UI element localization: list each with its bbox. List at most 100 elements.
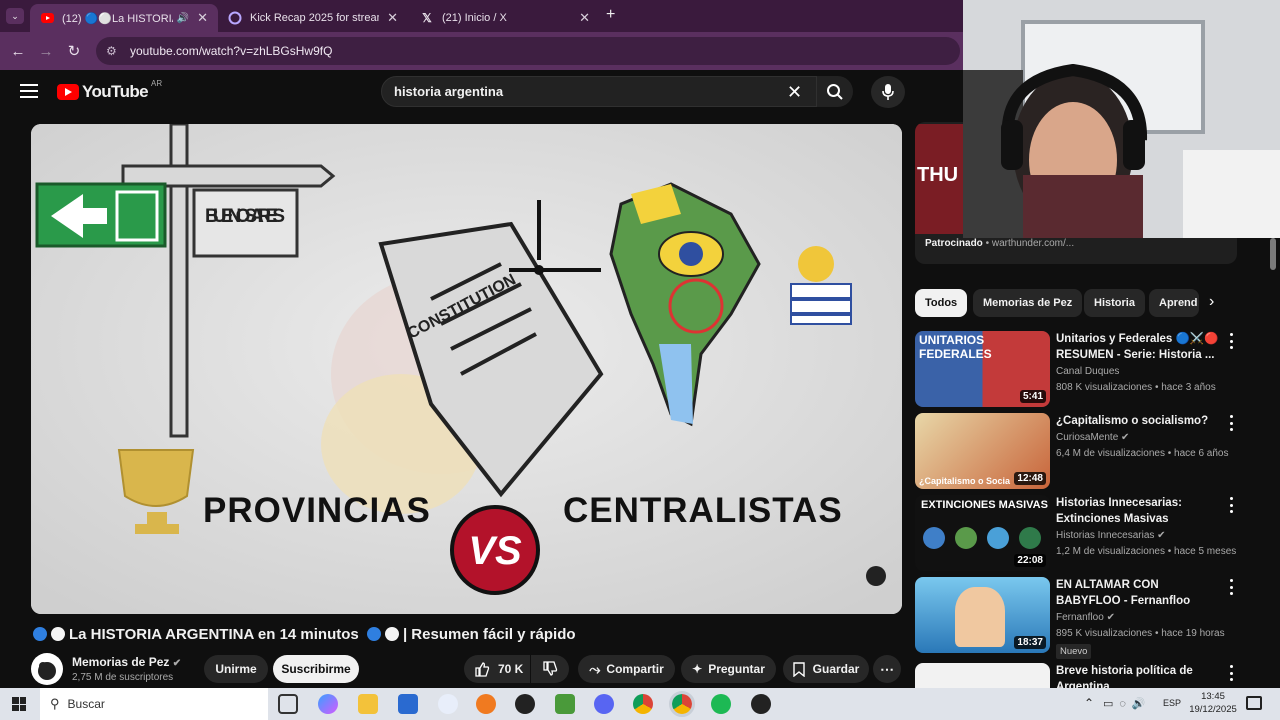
webcam-overlay bbox=[963, 0, 1280, 238]
search-icon: ⚲ bbox=[50, 696, 60, 711]
video-thumbnail bbox=[915, 663, 1050, 688]
notifications-icon[interactable] bbox=[1246, 696, 1262, 710]
channel-name[interactable]: Memorias de Pez ✔ bbox=[72, 655, 181, 669]
sparkle-icon: ✦ bbox=[692, 662, 703, 676]
filter-chips: Todos Memorias de Pez Historia Aprend › bbox=[915, 289, 1235, 317]
ask-button[interactable]: ✦ Preguntar bbox=[681, 655, 776, 683]
video-title: Unitarios y Federales 🔵⚔️🔴 RESUMEN - Ser… bbox=[1056, 333, 1219, 361]
channel-name: Historias Innecesarias ✔ bbox=[1056, 530, 1166, 541]
verified-icon: ✔ bbox=[172, 658, 182, 669]
discord-icon[interactable] bbox=[594, 694, 614, 714]
video-title-suffix: | Resumen fácil y rápido bbox=[402, 626, 576, 643]
store-icon[interactable] bbox=[398, 694, 418, 714]
close-tab-icon[interactable]: ✕ bbox=[387, 10, 398, 26]
taskbar-search[interactable]: ⚲ Buscar bbox=[40, 688, 268, 720]
list-item[interactable]: Breve historia política de Argentina bbox=[915, 663, 1245, 688]
ad-domain: • warthunder.com/... bbox=[985, 238, 1075, 249]
tab-youtube-historia[interactable]: (12) 🔵⚪La HISTORIA ARG 🔊 ✕ bbox=[30, 4, 218, 32]
join-button[interactable]: Unirme bbox=[204, 655, 268, 683]
chevron-right-icon[interactable]: › bbox=[1209, 293, 1214, 311]
list-item[interactable]: ¿Capitalismo o Socia 12:48 ¿Capitalismo … bbox=[915, 413, 1245, 491]
thumb-caption: EXTINCIONES MASIVAS bbox=[921, 499, 1048, 511]
kick-favicon-icon bbox=[228, 11, 242, 25]
chip-historia[interactable]: Historia bbox=[1084, 289, 1145, 317]
tab-kick-recap[interactable]: Kick Recap 2025 for streamers ✕ bbox=[218, 4, 408, 32]
taskbar-search-placeholder: Buscar bbox=[67, 697, 105, 711]
list-item[interactable]: EXTINCIONES MASIVAS 22:08 Historias Inne… bbox=[915, 495, 1245, 573]
save-label: Guardar bbox=[812, 662, 860, 676]
windows-start-icon[interactable] bbox=[12, 697, 26, 711]
tab-list-dropdown-icon[interactable]: ⌄ bbox=[6, 8, 24, 24]
dislike-button[interactable] bbox=[531, 655, 569, 683]
share-icon: ⤳ bbox=[589, 660, 601, 677]
youtube-logo[interactable]: YouTube AR bbox=[57, 79, 162, 102]
search-input[interactable]: historia argentina bbox=[381, 76, 817, 107]
chrome-profile-icon[interactable] bbox=[669, 691, 695, 717]
new-tab-icon[interactable]: + bbox=[606, 6, 615, 24]
search-value: historia argentina bbox=[394, 84, 504, 99]
speaker-icon[interactable]: 🔊 bbox=[177, 13, 189, 24]
back-icon[interactable]: ← bbox=[8, 41, 28, 61]
sign-text: BUENOS AIRES bbox=[205, 206, 285, 227]
reload-icon[interactable]: ↻ bbox=[64, 41, 84, 61]
video-player[interactable]: PROVINCIAS CENTRALISTAS VS BUENOS AIRES … bbox=[31, 124, 902, 614]
video-title: Historias Innecesarias: Extinciones Masi… bbox=[1056, 497, 1182, 525]
page-scrollbar[interactable] bbox=[1270, 238, 1276, 270]
list-item[interactable]: UNITARIOS FEDERALES 5:41 Unitarios y Fed… bbox=[915, 331, 1245, 409]
share-label: Compartir bbox=[606, 662, 664, 676]
more-vertical-icon[interactable] bbox=[1225, 579, 1237, 595]
copilot-icon[interactable] bbox=[318, 694, 338, 714]
duration-badge: 5:41 bbox=[1019, 390, 1046, 403]
x-favicon-icon: 𝕏 bbox=[422, 11, 432, 25]
search-button[interactable] bbox=[817, 76, 853, 107]
list-item[interactable]: 18:37 EN ALTAMAR CON BABYFLOO - Fernanfl… bbox=[915, 577, 1245, 659]
hamburger-menu-icon[interactable] bbox=[20, 84, 38, 98]
tray-icons[interactable]: ▭◌🔊 bbox=[1103, 697, 1152, 710]
subscribe-button[interactable]: Suscribirme bbox=[273, 655, 359, 683]
more-vertical-icon[interactable] bbox=[1225, 333, 1237, 349]
tray-chevron-up-icon[interactable]: ⌃ bbox=[1084, 696, 1094, 710]
channel-name-text: Historias Innecesarias bbox=[1056, 530, 1155, 541]
spotify-icon[interactable] bbox=[711, 694, 731, 714]
more-vertical-icon[interactable] bbox=[1225, 497, 1237, 513]
task-view-icon[interactable] bbox=[278, 694, 298, 714]
input-language[interactable]: ESP bbox=[1163, 698, 1181, 708]
obs-icon[interactable] bbox=[515, 694, 535, 714]
ad-meta: Patrocinado • warthunder.com/... bbox=[925, 238, 1074, 249]
close-tab-icon[interactable]: ✕ bbox=[197, 10, 208, 26]
app-orange-icon[interactable] bbox=[476, 694, 496, 714]
channel-name: CuriosaMente ✔ bbox=[1056, 432, 1129, 443]
more-actions-button[interactable]: ⋯ bbox=[873, 655, 901, 683]
chrome-icon[interactable] bbox=[633, 694, 653, 714]
more-vertical-icon[interactable] bbox=[1225, 665, 1237, 681]
duration-badge: 22:08 bbox=[1014, 554, 1046, 567]
site-settings-icon[interactable]: ⚙ bbox=[106, 44, 120, 58]
save-button[interactable]: Guardar bbox=[783, 655, 869, 683]
tab-title: Kick Recap 2025 for streamers bbox=[250, 12, 379, 24]
word-icon[interactable] bbox=[438, 694, 458, 714]
app-dark-icon[interactable] bbox=[751, 694, 771, 714]
tab-x-inicio[interactable]: 𝕏 (21) Inicio / X ✕ bbox=[410, 4, 600, 32]
duration-badge: 18:37 bbox=[1014, 636, 1046, 649]
taskbar-clock[interactable]: 13:45 19/12/2025 bbox=[1188, 690, 1238, 716]
more-vertical-icon[interactable] bbox=[1225, 415, 1237, 431]
address-bar[interactable]: ⚙ youtube.com/watch?v=zhLBGsHw9fQ bbox=[96, 37, 960, 65]
windows-taskbar: ⚲ Buscar ⌃ ▭◌🔊 ESP 13:45 19/12/2025 bbox=[0, 688, 1280, 720]
like-count: 70 K bbox=[498, 662, 524, 676]
file-explorer-icon[interactable] bbox=[358, 694, 378, 714]
share-button[interactable]: ⤳ Compartir bbox=[578, 655, 675, 683]
close-tab-icon[interactable]: ✕ bbox=[579, 10, 590, 26]
blue-circle-icon bbox=[366, 627, 381, 641]
forward-icon[interactable]: → bbox=[36, 41, 56, 61]
chip-memorias-de-pez[interactable]: Memorias de Pez bbox=[973, 289, 1083, 317]
like-button[interactable]: 70 K bbox=[464, 655, 530, 683]
chip-todos[interactable]: Todos bbox=[915, 289, 968, 317]
channel-avatar[interactable] bbox=[31, 653, 63, 685]
verified-icon: ✔ bbox=[1157, 530, 1166, 541]
minecraft-icon[interactable] bbox=[555, 694, 575, 714]
video-title-text: La HISTORIA ARGENTINA en 14 minutos bbox=[69, 626, 359, 643]
search-icon bbox=[827, 83, 843, 100]
voice-search-button[interactable] bbox=[871, 76, 905, 108]
chip-aprend[interactable]: Aprend bbox=[1149, 289, 1199, 317]
clear-search-icon[interactable]: ✕ bbox=[787, 82, 802, 103]
